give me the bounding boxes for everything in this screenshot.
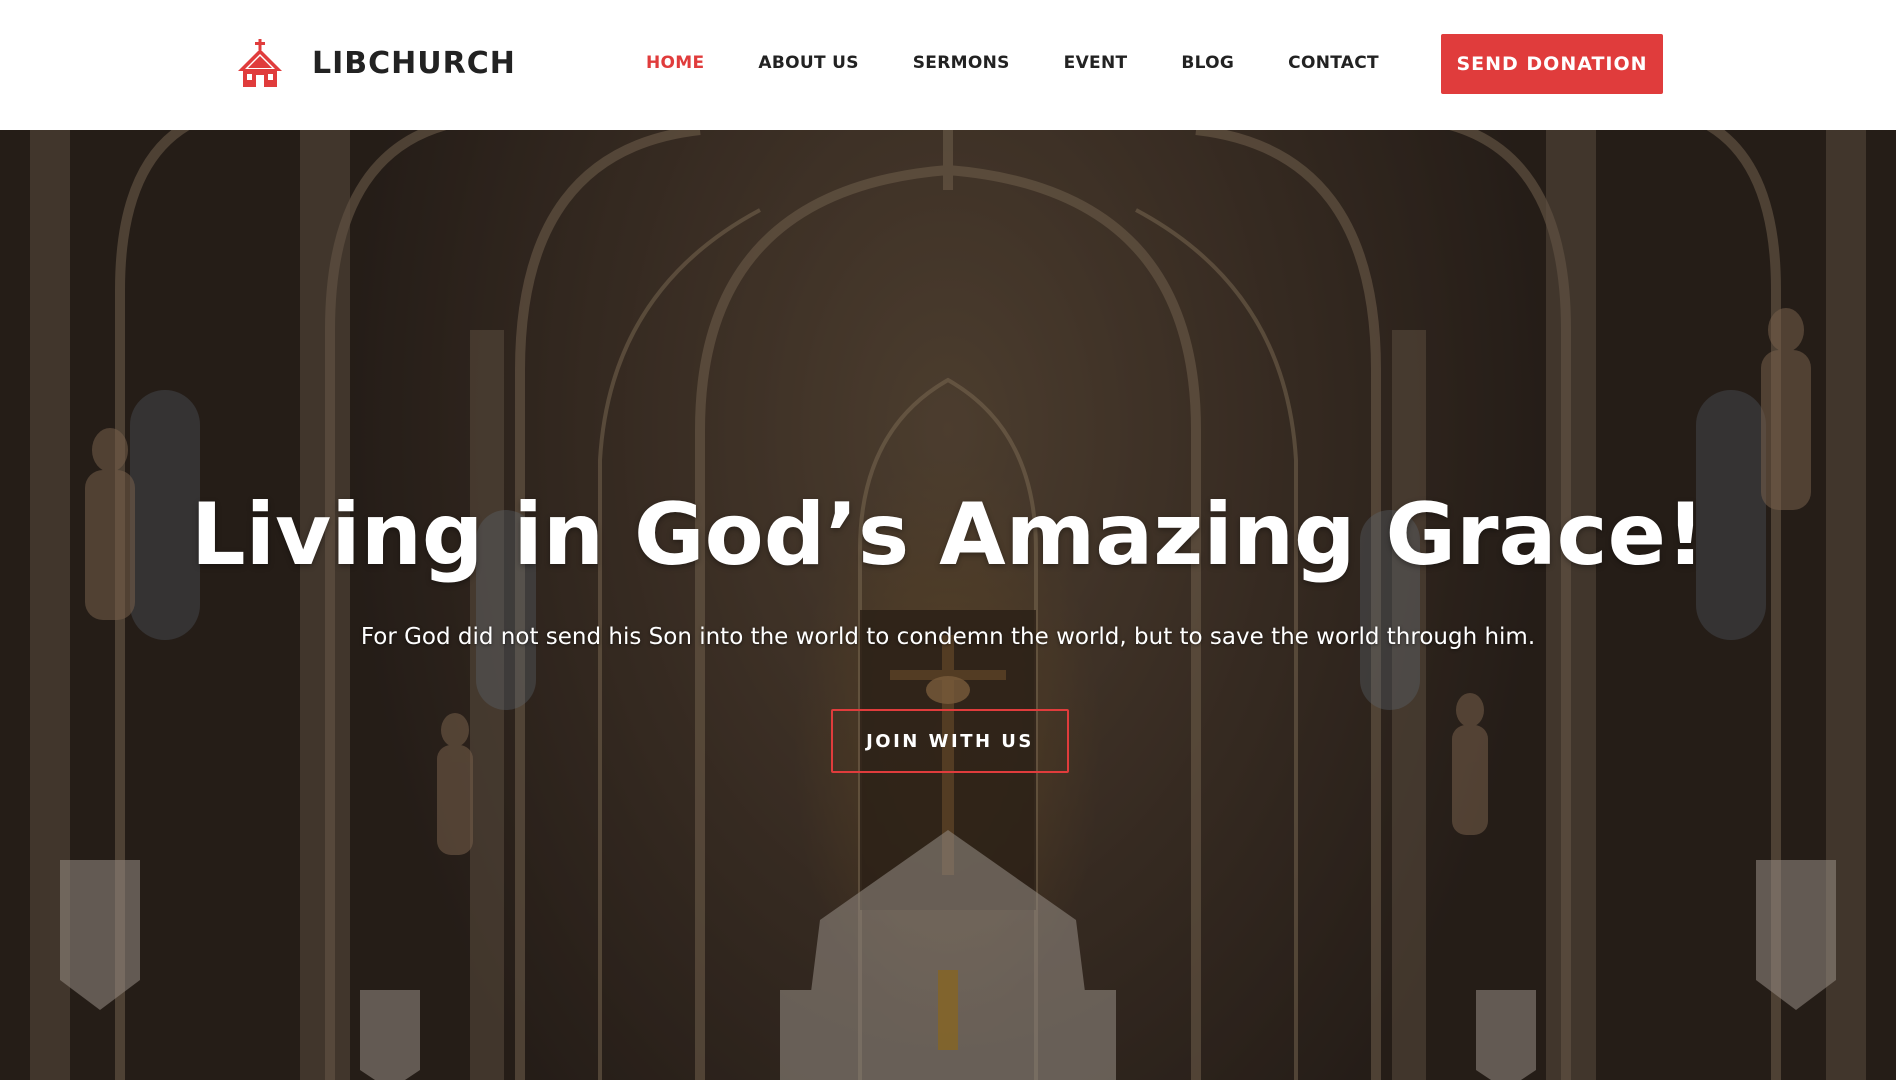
main-nav: HOME ABOUT US SERMONS EVENT BLOG CONTACT (646, 50, 1379, 76)
nav-event[interactable]: EVENT (1064, 53, 1128, 73)
hero-section: Living in God’s Amazing Grace! For God d… (0, 130, 1896, 1080)
brand-name: LIBCHURCH (312, 45, 516, 81)
logo[interactable]: LIBCHURCH (236, 38, 516, 88)
nav-contact[interactable]: CONTACT (1288, 53, 1379, 73)
hero-subtitle: For God did not send his Son into the wo… (360, 624, 1536, 650)
nav-sermons[interactable]: SERMONS (913, 53, 1010, 73)
hero-title: Living in God’s Amazing Grace! (190, 485, 1706, 585)
nav-blog[interactable]: BLOG (1181, 53, 1234, 73)
join-with-us-button[interactable]: JOIN WITH US (831, 709, 1069, 773)
nav-home[interactable]: HOME (646, 53, 704, 73)
site-header: LIBCHURCH HOME ABOUT US SERMONS EVENT BL… (0, 0, 1896, 130)
church-icon (238, 39, 282, 87)
send-donation-button[interactable]: SEND DONATION (1441, 34, 1663, 94)
nav-about-us[interactable]: ABOUT US (758, 53, 858, 73)
hero-overlay (0, 130, 1896, 1080)
